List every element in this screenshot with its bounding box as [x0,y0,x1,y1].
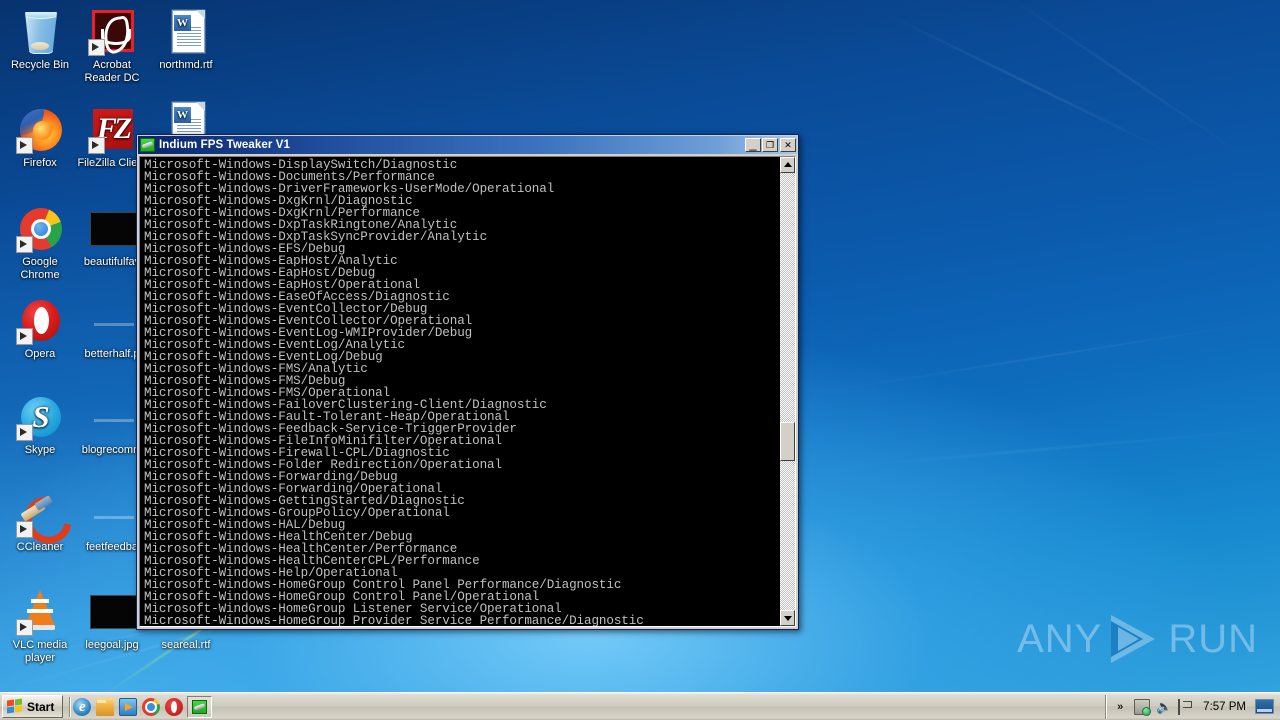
internet-explorer-icon[interactable] [73,697,92,716]
maximize-glyph: ❐ [765,140,775,150]
stub-icon [88,393,136,441]
recycle-icon [16,8,64,56]
scrollbar-track[interactable] [780,173,795,610]
shortcut-arrow-icon [88,39,105,56]
clock[interactable]: 7:57 PM [1200,701,1249,713]
stub-icon [88,490,136,538]
desktop-icon-label: VLC media player [12,639,68,664]
console-line: Microsoft-Windows-HomeGroup Provider Ser… [144,614,644,626]
skype-icon: S [16,393,64,441]
close-glyph: ✕ [784,140,792,150]
window-title-bar[interactable]: Indium FPS Tweaker V1 _ ❐ ✕ [138,136,797,154]
thumb-icon [88,205,138,253]
taskbar-item-indium-fps-tweaker[interactable] [187,695,213,718]
network-icon[interactable] [1134,698,1152,716]
shortcut-arrow-icon [16,236,33,253]
opera-icon[interactable] [165,697,184,716]
scroll-down-button[interactable] [780,610,795,626]
ccleaner-icon [15,487,81,553]
vlc-icon [16,588,64,636]
firefox-icon [16,106,64,154]
thumb-icon [88,588,138,636]
action-center-flag-icon[interactable] [1178,698,1194,715]
stub-icon [88,297,136,345]
wallpaper-streak [879,10,1178,157]
windows-explorer-icon[interactable] [96,697,115,716]
system-tray[interactable]: » 🔈 7:57 PM [1105,694,1278,719]
desktop-icon-label: Acrobat Reader DC [84,59,140,84]
word-doc-icon: W [162,8,210,56]
desktop-icon-ccleaner[interactable]: CCleaner [3,487,81,554]
desktop-icon-label: northmd.rtf [159,59,213,71]
desktop-icon-firefox[interactable]: Firefox [3,106,77,170]
show-hidden-icons-chevron-icon[interactable]: » [1112,699,1128,715]
close-button[interactable]: ✕ [780,138,796,152]
anyrun-watermark: ANY RUN [1017,614,1258,664]
windows-media-player-icon[interactable] [119,697,138,716]
wallpaper-streak [811,427,1280,471]
google-chrome-icon[interactable] [142,697,161,716]
console-body[interactable]: Microsoft-Windows-DisplaySwitch/Diagnost… [139,156,796,627]
taskbar[interactable]: Start » 🔈 7:57 PM [0,692,1280,720]
desktop-icon-label: Skype [24,444,56,456]
maximize-button[interactable]: ❐ [762,138,778,152]
windows-logo-icon [7,698,23,714]
console-output: Microsoft-Windows-DisplaySwitch/Diagnost… [140,157,779,626]
opera-icon [16,297,64,345]
shortcut-arrow-icon [16,137,33,154]
desktop-icon-skype[interactable]: S Skype [3,393,77,457]
desktop-icon-label: Opera [24,348,56,360]
wallpaper-streak [999,0,1250,160]
shortcut-arrow-icon [16,619,33,636]
shortcut-arrow-icon [88,137,105,154]
desktop-icon-label: CCleaner [16,541,64,553]
desktop-icon-northmd-rtf[interactable]: Wnorthmd.rtf [149,8,223,72]
shortcut-arrow-icon [16,521,33,538]
anyrun-play-logo-icon [1109,614,1161,664]
window-title: Indium FPS Tweaker V1 [159,139,290,151]
desktop-icon-label: Firefox [23,157,57,169]
indium-app-icon [140,138,155,152]
desktop-icon-label: Recycle Bin [10,59,70,71]
desktop-icon-vlc-media-player[interactable]: VLC media player [3,588,77,664]
watermark-any-text: ANY [1017,616,1103,661]
scroll-up-button[interactable] [780,157,795,173]
desktop-icon-label: Google Chrome [20,256,60,281]
acrobat-icon [88,8,136,56]
taskbar-window-buttons[interactable] [187,695,213,719]
wallpaper-streak [814,318,1280,394]
desktop-icon-google-chrome[interactable]: Google Chrome [3,205,77,281]
console-scrollbar[interactable] [779,157,795,626]
desktop-icon-recycle-bin[interactable]: Recycle Bin [3,8,77,72]
chrome-icon [16,205,64,253]
volume-icon[interactable]: 🔈 [1156,699,1172,715]
desktop-icon-opera[interactable]: Opera [3,297,77,361]
scrollbar-thumb[interactable] [780,422,795,462]
indium-fps-tweaker-window[interactable]: Indium FPS Tweaker V1 _ ❐ ✕ Microsoft-Wi… [136,134,799,630]
shortcut-arrow-icon [16,424,33,441]
desktop[interactable]: Recycle Bin Acrobat Reader DC Wnorthmd.rtf F… [0,0,1280,720]
quick-launch-divider [69,696,71,717]
desktop-icon-acrobat-reader-dc[interactable]: Acrobat Reader DC [75,8,149,84]
filezilla-icon: FZ [88,106,136,154]
desktop-icon-label: leegoal.jpg [85,639,139,651]
quick-launch-bar[interactable] [73,695,184,719]
minimize-button[interactable]: _ [745,136,761,152]
desktop-icon-label: seareal.rtf [161,639,211,651]
minimize-glyph: _ [749,136,757,151]
indium-app-icon [192,699,208,714]
show-desktop-button[interactable] [1255,699,1274,714]
watermark-run-text: RUN [1168,616,1258,661]
start-button-label: Start [27,699,55,714]
start-button[interactable]: Start [2,695,64,718]
shortcut-arrow-icon [16,328,33,345]
